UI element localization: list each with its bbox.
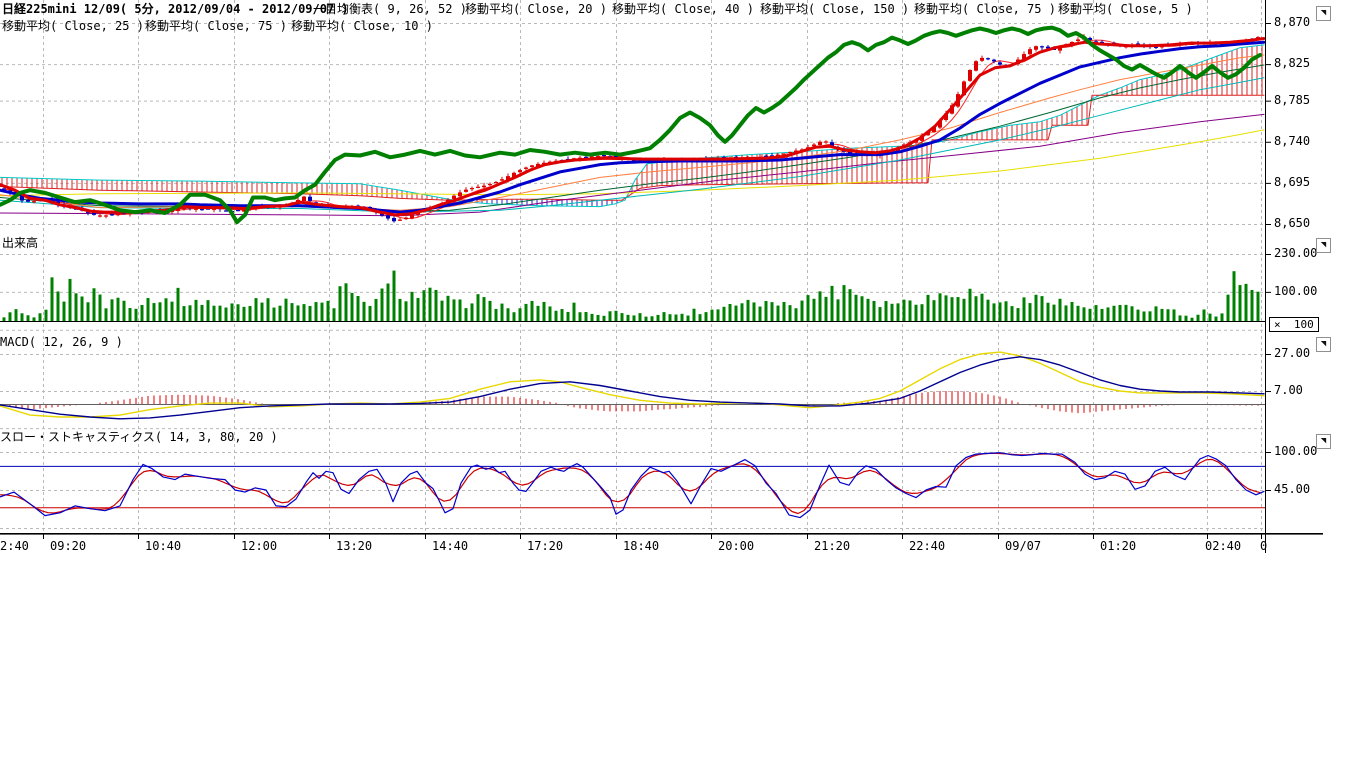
time-axis-label: 18:40 bbox=[623, 540, 659, 552]
legend-item: 移動平均( Close, 75 ) bbox=[145, 20, 287, 33]
time-axis-label: 09:20 bbox=[50, 540, 86, 552]
time-axis-label: 14:40 bbox=[432, 540, 468, 552]
legend-item: 移動平均( Close, 40 ) bbox=[612, 3, 754, 16]
stoch-axis-label: 100.00 bbox=[1274, 445, 1317, 457]
volume-panel-label: 出来高 bbox=[2, 237, 38, 250]
stochastics-panel-label: スロー・ストキャスティクス( 14, 3, 80, 20 ) bbox=[0, 431, 278, 444]
legend-item: 移動平均( Close, 10 ) bbox=[291, 20, 433, 33]
stoch-axis-label: 45.00 bbox=[1274, 483, 1310, 495]
legend-item: 移動平均( Close, 25 ) bbox=[2, 20, 144, 33]
price-axis-label: 8,650 bbox=[1274, 217, 1310, 229]
time-axis-label: 02:40 bbox=[1205, 540, 1241, 552]
price-axis-label: 8,870 bbox=[1274, 16, 1310, 28]
time-axis-label: 09/07 bbox=[1005, 540, 1041, 552]
time-axis-label: 20:00 bbox=[718, 540, 754, 552]
macd-axis-label: 27.00 bbox=[1274, 347, 1310, 359]
chart-application-window: 日経225mini 12/09( 5分, 2012/09/04 - 2012/0… bbox=[0, 0, 1366, 768]
panel-resize-arrow-icon[interactable]: ◥ bbox=[1316, 337, 1331, 352]
time-axis-label: 10:40 bbox=[145, 540, 181, 552]
price-axis-label: 8,695 bbox=[1274, 176, 1310, 188]
chart-canvas bbox=[0, 0, 1366, 768]
panel-resize-arrow-icon[interactable]: ◥ bbox=[1316, 6, 1331, 21]
time-axis-label: 21:20 bbox=[814, 540, 850, 552]
legend-item: 移動平均( Close, 75 ) bbox=[914, 3, 1056, 16]
time-axis-label: 01:20 bbox=[1100, 540, 1136, 552]
panel-resize-arrow-icon[interactable]: ◥ bbox=[1316, 434, 1331, 449]
legend-item: 移動平均( Close, 150 ) bbox=[760, 3, 909, 16]
legend-item: 移動平均( Close, 5 ) bbox=[1058, 3, 1193, 16]
volume-axis-label: 100.00 bbox=[1274, 285, 1317, 297]
legend-item: 移動平均( Close, 20 ) bbox=[465, 3, 607, 16]
macd-axis-label: 7.00 bbox=[1274, 384, 1303, 396]
price-axis-label: 8,785 bbox=[1274, 94, 1310, 106]
time-axis-label: 13:20 bbox=[336, 540, 372, 552]
price-axis-label: 8,740 bbox=[1274, 135, 1310, 147]
volume-axis-label: 230.00 bbox=[1274, 247, 1317, 259]
time-axis-label: 0 bbox=[1260, 540, 1267, 552]
price-axis-label: 8,825 bbox=[1274, 57, 1310, 69]
time-axis-label: 17:20 bbox=[527, 540, 563, 552]
time-axis-label: 22:40 bbox=[909, 540, 945, 552]
panel-resize-arrow-icon[interactable]: ◥ bbox=[1316, 238, 1331, 253]
legend-item: 日経225mini 12/09( 5分, 2012/09/04 - 2012/0… bbox=[2, 3, 349, 16]
time-axis-label: 12:00 bbox=[241, 540, 277, 552]
volume-multiplier-badge: × 100 bbox=[1269, 317, 1319, 332]
macd-panel-label: MACD( 12, 26, 9 ) bbox=[0, 336, 123, 349]
time-axis-label: 2:40 bbox=[0, 540, 29, 552]
legend-item: 一目均衡表( 9, 26, 52 ) bbox=[313, 3, 467, 16]
